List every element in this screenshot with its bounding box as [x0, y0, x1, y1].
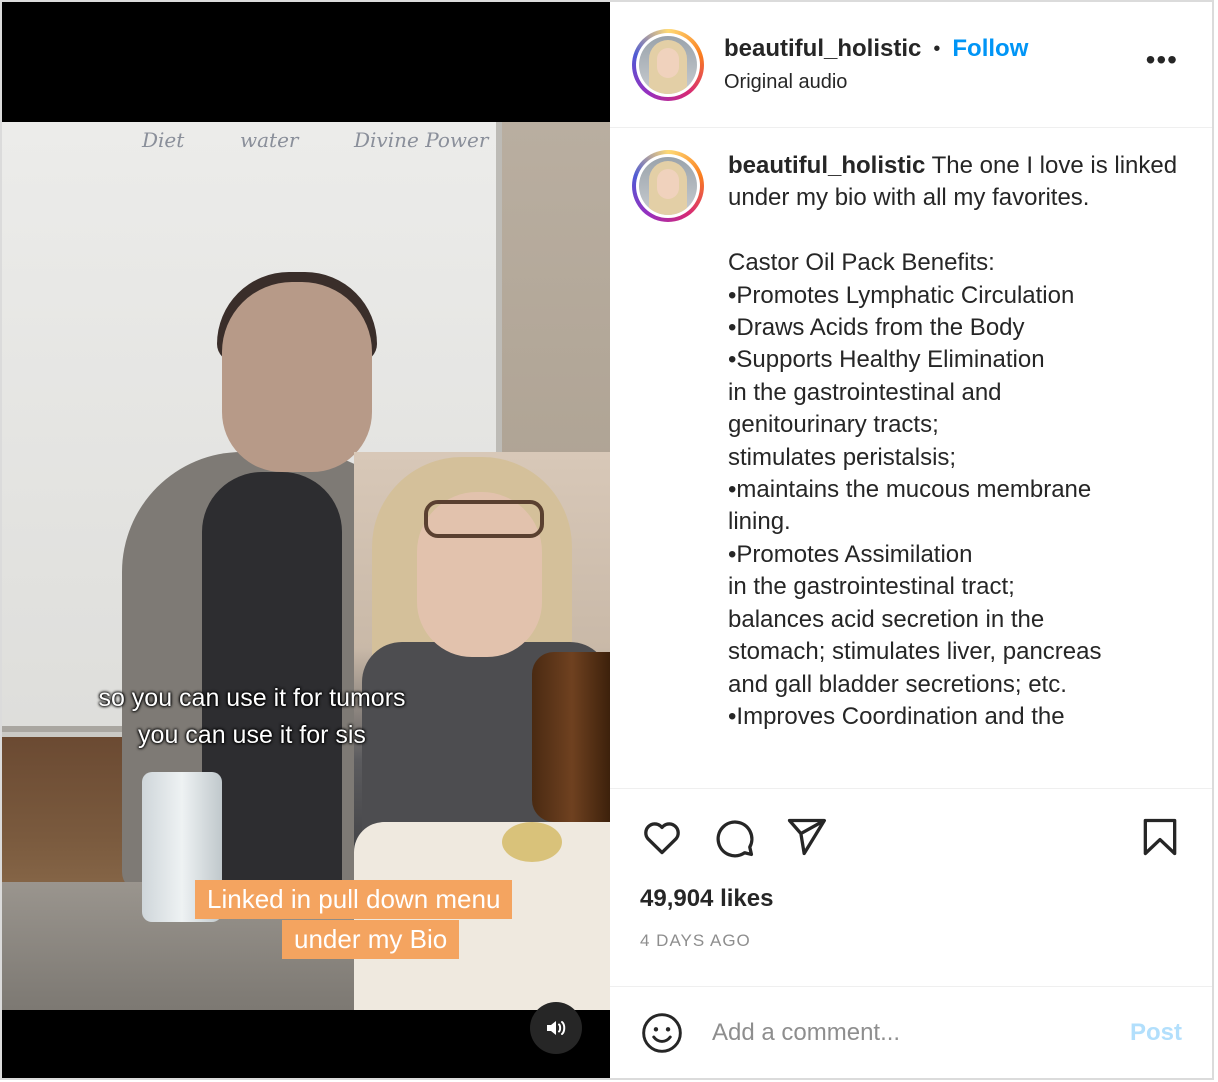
more-options-button[interactable]: ••• — [1146, 46, 1178, 74]
avatar-image — [639, 35, 697, 94]
video-banner-line2: under my Bio — [282, 920, 460, 959]
video-frame: Diet water Divine Power — [2, 122, 610, 1010]
board-word: Diet — [142, 128, 185, 152]
bookmark-icon — [1143, 818, 1177, 856]
comment-bar: Post — [610, 986, 1212, 1078]
video-player[interactable]: Diet water Divine Power so you can use i… — [2, 2, 610, 1078]
comment-input[interactable] — [712, 1018, 1130, 1047]
video-subtitle-line2: you can use it for sis — [138, 721, 366, 749]
board-word: Divine Power — [354, 128, 489, 152]
video-subtitle-line1: so you can use it for tumors — [98, 684, 406, 712]
heart-icon — [644, 822, 680, 855]
save-button[interactable] — [1138, 815, 1182, 859]
follow-button[interactable]: Follow — [952, 35, 1028, 63]
username-link[interactable]: beautiful_holistic — [724, 35, 921, 63]
caption-avatar[interactable] — [632, 150, 704, 222]
post-timestamp[interactable]: 4 DAYS AGO — [640, 931, 1182, 951]
instagram-post: Diet water Divine Power so you can use i… — [0, 0, 1214, 1080]
post-sidebar: beautiful_holistic • Follow Original aud… — [610, 2, 1212, 1078]
teacher-head — [222, 282, 372, 472]
post-header: beautiful_holistic • Follow Original aud… — [610, 2, 1212, 128]
share-button[interactable] — [784, 815, 828, 859]
header-line: beautiful_holistic • Follow — [724, 35, 1028, 63]
post-comment-button[interactable]: Post — [1130, 1019, 1182, 1047]
separator-dot: • — [933, 37, 941, 60]
action-row — [640, 789, 1182, 885]
audio-toggle-button[interactable] — [530, 1002, 582, 1054]
caption-section: beautiful_holistic The one I love is lin… — [610, 128, 1212, 788]
emoji-button[interactable] — [640, 1011, 684, 1055]
caption-text: beautiful_holistic The one I love is lin… — [728, 150, 1190, 788]
emoji-icon — [642, 1012, 682, 1053]
likes-count[interactable]: 49,904 likes — [640, 885, 1182, 913]
oil-drip — [502, 822, 562, 862]
caption-body: The one I love is linked under my bio wi… — [728, 152, 1178, 730]
avatar-border — [636, 32, 700, 97]
board-word: water — [240, 128, 299, 152]
speaker-icon — [547, 1021, 566, 1035]
actions-section: 49,904 likes 4 DAYS AGO — [610, 788, 1212, 986]
caption-username-link[interactable]: beautiful_holistic — [728, 152, 925, 179]
audio-link[interactable]: Original audio — [724, 71, 1028, 94]
like-button[interactable] — [640, 815, 684, 859]
avatar-border — [636, 154, 700, 218]
header-text: beautiful_holistic • Follow Original aud… — [724, 35, 1028, 94]
comment-icon — [716, 820, 754, 858]
avatar-image — [639, 157, 697, 215]
share-icon — [787, 818, 826, 856]
creator-glasses — [424, 500, 544, 538]
video-banner-line1: Linked in pull down menu — [195, 880, 513, 919]
avatar[interactable] — [632, 28, 704, 101]
comment-button[interactable] — [712, 815, 756, 859]
teacher-shirt — [202, 472, 342, 892]
oil-bottle — [532, 652, 610, 822]
